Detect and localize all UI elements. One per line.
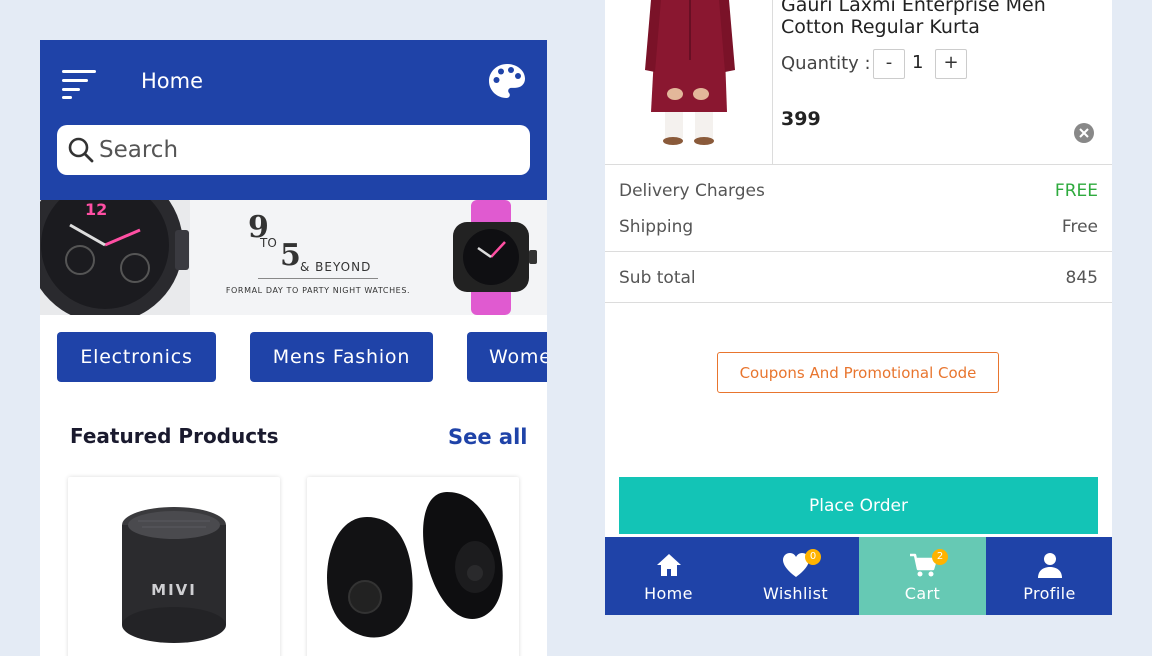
quantity-label: Quantity : (781, 53, 871, 74)
quantity-value: 1 (912, 52, 924, 73)
item-price: 399 (781, 108, 821, 130)
nav-profile[interactable]: Profile (986, 537, 1112, 615)
bottom-navigation: Home 0 Wishlist 2 Cart Profile (605, 537, 1112, 615)
banner-divider (258, 278, 378, 279)
promo-banner[interactable]: 12 9 TO 5 & BEYOND FORMAL DAY TO PARTY N… (40, 200, 547, 315)
cart-item: Gauri Laxmi Enterprise Men Cotton Regula… (605, 0, 1112, 165)
earbud-image (327, 492, 503, 638)
delivery-charges-row: Delivery Charges FREE (619, 181, 1098, 201)
nav-cart-label: Cart (904, 584, 941, 603)
quantity-increase-button[interactable]: + (935, 49, 967, 79)
nav-wishlist[interactable]: 0 Wishlist (732, 537, 859, 615)
search-input[interactable] (99, 133, 519, 167)
app-header: Home (40, 40, 547, 200)
see-all-link[interactable]: See all (448, 425, 528, 449)
cart-badge: 2 (932, 549, 948, 565)
nav-home-label: Home (644, 584, 693, 603)
speaker-image: MIVI (122, 507, 226, 643)
shipping-label: Shipping (619, 217, 694, 237)
summary-divider (605, 302, 1112, 303)
banner-beyond: & BEYOND (300, 260, 372, 274)
page-title: Home (141, 69, 204, 93)
shipping-value: Free (1061, 217, 1098, 237)
product-card[interactable] (307, 477, 519, 656)
home-icon (656, 554, 681, 576)
banner-tagline: FORMAL DAY TO PARTY NIGHT WATCHES. (225, 286, 411, 295)
person-icon (1037, 553, 1062, 578)
product-card[interactable]: MIVI (68, 477, 280, 656)
subtotal-value: 845 (1065, 268, 1098, 288)
search-icon (68, 137, 94, 163)
product-name: Gauri Laxmi Enterprise Men Cotton Regula… (781, 0, 1046, 38)
category-mens-fashion[interactable]: Mens Fashion (250, 332, 433, 382)
kurta-figure-icon (605, 0, 772, 164)
sort-menu-icon[interactable] (60, 68, 98, 99)
category-women[interactable]: Women (467, 332, 547, 382)
category-electronics[interactable]: Electronics (57, 332, 216, 382)
nav-profile-label: Profile (1023, 584, 1076, 603)
kurta-image[interactable] (605, 0, 773, 164)
banner-headline: 9 TO 5 & BEYOND FORMAL DAY TO PARTY NIGH… (208, 206, 428, 306)
nav-wishlist-label: Wishlist (762, 584, 829, 603)
quantity-decrease-button[interactable]: - (873, 49, 905, 79)
svg-text:12: 12 (85, 200, 107, 219)
nav-cart[interactable]: 2 Cart (859, 537, 986, 615)
shipping-row: Shipping Free (619, 217, 1098, 237)
banner-number-5: 5 (280, 238, 301, 273)
featured-products-heading: Featured Products (70, 424, 279, 448)
subtotal-label: Sub total (619, 268, 696, 288)
speaker-brand-text: MIVI (151, 581, 197, 599)
nav-home[interactable]: Home (605, 537, 732, 615)
cart-screen: Gauri Laxmi Enterprise Men Cotton Regula… (605, 0, 1112, 615)
watch-right-image (453, 200, 537, 315)
remove-item-icon[interactable] (1073, 122, 1095, 144)
delivery-charges-label: Delivery Charges (619, 181, 765, 201)
coupon-button[interactable]: Coupons And Promotional Code (717, 352, 999, 393)
place-order-button[interactable]: Place Order (619, 477, 1098, 534)
subtotal-row: Sub total 845 (619, 268, 1098, 288)
wishlist-badge: 0 (805, 549, 821, 565)
palette-icon[interactable] (487, 62, 527, 100)
home-screen: Home 12 9 (40, 40, 547, 656)
search-bar[interactable] (57, 125, 530, 175)
delivery-charges-value: FREE (1054, 181, 1098, 201)
watch-left-image: 12 (40, 200, 190, 315)
summary-divider (605, 251, 1112, 252)
banner-to: TO (260, 236, 277, 250)
